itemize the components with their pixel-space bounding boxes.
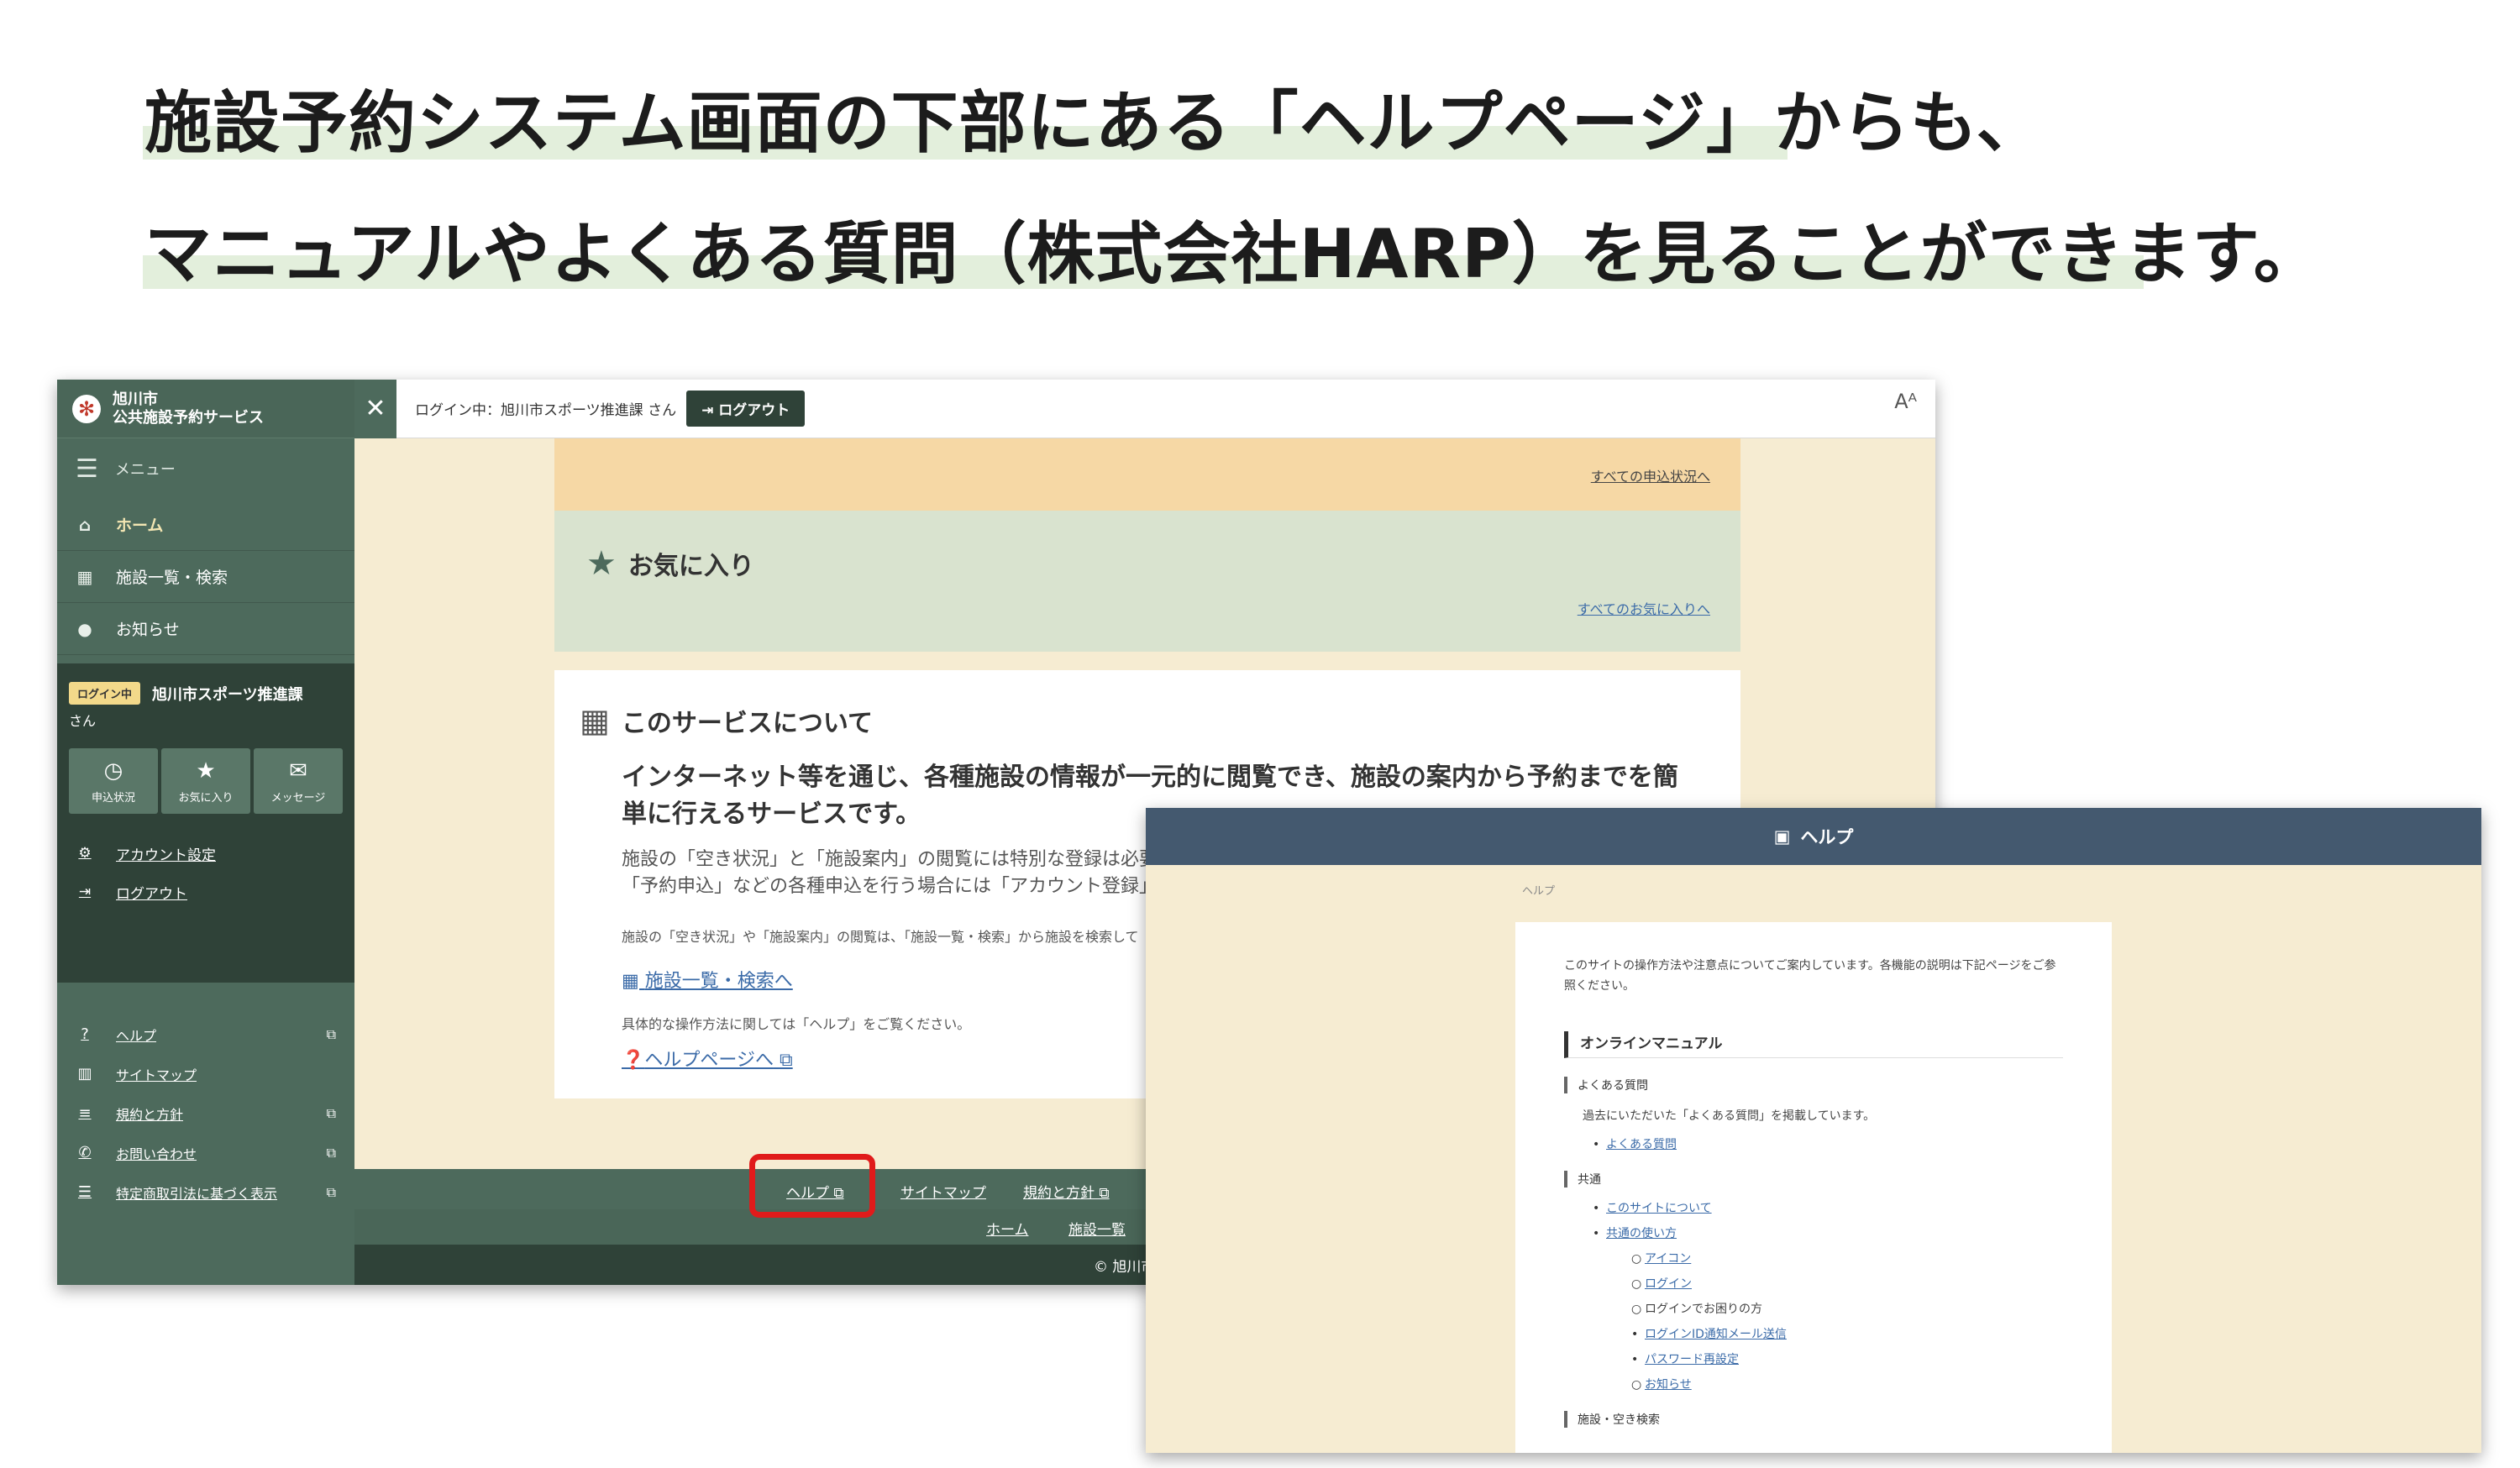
sidebar: ✻ 旭川市 公共施設予約サービス ☰ メニュー ⌂ ホーム ▦ 施設一覧・検索 … — [57, 380, 354, 1285]
service-how-to: 具体的な操作方法に関しては「ヘルプ」をご覧ください。 — [622, 1016, 971, 1032]
facility-search-link[interactable]: ▦ 施設一覧・検索へ — [622, 966, 793, 993]
list-item[interactable]: • よくある質問 — [1593, 1135, 2063, 1152]
clock-icon: ◷ — [103, 758, 123, 784]
sidebar-item-news[interactable]: ● お知らせ — [57, 603, 354, 655]
account-settings-link[interactable]: ⚙ アカウント設定 — [69, 834, 343, 873]
faq-heading: よくある質問 — [1564, 1077, 2063, 1093]
building-icon: ▦ — [76, 566, 93, 587]
sidebar-link-commercial-law[interactable]: ☰ 特定商取引法に基づく表示 ⧉ — [57, 1172, 354, 1212]
brand-text: 旭川市 公共施設予約サービス — [113, 390, 264, 427]
list-item[interactable]: • パスワード再設定 — [1631, 1350, 2063, 1367]
sidebar-link-contact[interactable]: ✆ お問い合わせ ⧉ — [57, 1133, 354, 1172]
star-icon: ★ — [586, 544, 617, 583]
question-icon: ? — [81, 1025, 89, 1043]
gear-icon: ⚙ — [78, 845, 92, 862]
close-menu-button[interactable]: ✕ — [354, 380, 396, 438]
help-header: ▣ ヘルプ — [1146, 808, 2481, 865]
city-emblem-icon: ✻ — [72, 394, 101, 423]
headline-line-2: マニュアルやよくある質問（株式会社HARP）を見ることができます。 — [144, 215, 2322, 293]
footer-link-facility[interactable]: 施設一覧 — [1068, 1218, 1126, 1239]
faq-list: • よくある質問 — [1593, 1135, 2063, 1152]
login-user: ログイン中 旭川市スポーツ推進課 — [69, 682, 343, 705]
list-item[interactable]: • このサイトについて — [1593, 1199, 2063, 1216]
menu-user-icon: ☰ — [76, 454, 98, 484]
brand[interactable]: ✻ 旭川市 公共施設予約サービス — [57, 380, 354, 438]
news-list: ○ お知らせ — [1631, 1376, 2063, 1392]
list-item: ○ ログインでお困りの方 — [1631, 1303, 1762, 1316]
applications-status-button[interactable]: ◷ 申込状況 — [69, 748, 158, 814]
footer-link-terms[interactable]: 規約と方針 ⧉ — [1023, 1181, 1110, 1202]
star-icon: ★ — [196, 758, 216, 784]
facility-search-heading: 施設・空き検索 — [1564, 1411, 2063, 1428]
external-link-icon: ⧉ — [326, 1144, 336, 1161]
login-help-list: • ログインID通知メール送信 • パスワード再設定 — [1631, 1325, 2063, 1367]
external-link-icon: ⧉ — [326, 1025, 336, 1042]
footer-link-sitemap[interactable]: サイトマップ — [900, 1181, 986, 1202]
help-content: このサイトの操作方法や注意点についてご案内しています。各機能の説明は下記ページを… — [1515, 922, 2112, 1453]
help-link-highlight — [749, 1154, 875, 1218]
home-icon: ⌂ — [78, 514, 92, 535]
headline-line-1: 施設予約システム画面の下部にある「ヘルプページ」からも、 — [144, 84, 2045, 162]
all-applications-link[interactable]: すべての申込状況へ — [1591, 465, 1710, 485]
quick-buttons: ◷ 申込状況 ★ お気に入り ✉ メッセージ — [69, 748, 343, 814]
service-title: ▦ このサービスについて — [580, 702, 874, 739]
sidebar-item-facility-search[interactable]: ▦ 施設一覧・検索 — [57, 551, 354, 603]
external-link-icon: ⧉ — [326, 1104, 336, 1121]
list-item[interactable]: ○ ログイン — [1631, 1275, 2063, 1292]
mail-icon: ✉ — [289, 758, 307, 784]
user-name: 旭川市スポーツ推進課 — [152, 685, 303, 704]
sidebar-item-home[interactable]: ⌂ ホーム — [57, 499, 354, 551]
sidebar-link-sitemap[interactable]: ▥ サイトマップ — [57, 1054, 354, 1093]
service-description: 施設の「空き状況」と「施設案内」の閲覧には特別な登録は必要あ 「予約申込」などの… — [622, 849, 1151, 897]
close-icon: ✕ — [365, 394, 386, 423]
logout-button[interactable]: ⇥ ログアウト — [686, 391, 806, 427]
user-suffix: さん — [69, 713, 97, 729]
favorites-title: ★ お気に入り — [586, 544, 754, 583]
breadcrumb[interactable]: ヘルプ — [1522, 882, 1555, 898]
user-panel: ログイン中 旭川市スポーツ推進課 さん ◷ 申込状況 ★ お気に入り ✉ メッセ… — [57, 663, 354, 983]
login-status: ログイン中：旭川市スポーツ推進課 さん — [415, 402, 677, 419]
service-note: 施設の「空き状況」や「施設案内」の閲覧は、「施設一覧・検索」から施設を検索して — [622, 929, 1139, 945]
help-page-screenshot: ▣ ヘルプ ヘルプ このサイトの操作方法や注意点についてご案内しています。各機能… — [1146, 808, 2481, 1453]
footer-link-home[interactable]: ホーム — [986, 1218, 1029, 1239]
question-icon: ❓ — [622, 1050, 645, 1071]
help-page-link[interactable]: ❓ヘルプページへ ⧉ — [622, 1045, 793, 1072]
help-intro: このサイトの操作方法や注意点についてご案内しています。各機能の説明は下記ページを… — [1564, 959, 2056, 993]
all-favorites-link[interactable]: すべてのお気に入りへ — [1578, 598, 1710, 618]
applications-card: すべての申込状況へ — [554, 438, 1740, 511]
list-icon: ≡ — [78, 1104, 92, 1122]
favorites-button[interactable]: ★ お気に入り — [161, 748, 250, 814]
online-manual-heading: オンラインマニュアル — [1564, 1031, 2063, 1058]
list-item[interactable]: ○ アイコン — [1631, 1250, 2063, 1266]
common-sub-list: ○ アイコン ○ ログイン ○ ログインでお困りの方 — [1631, 1250, 2063, 1317]
list-item[interactable]: • ログインID通知メール送信 — [1631, 1325, 2063, 1342]
login-badge: ログイン中 — [69, 682, 141, 705]
common-heading: 共通 — [1564, 1171, 2063, 1188]
sidebar-link-help[interactable]: ? ヘルプ ⧉ — [57, 1014, 354, 1054]
favorites-card: ★ お気に入り すべてのお気に入りへ — [554, 511, 1740, 652]
logout-icon: ⇥ — [78, 883, 92, 900]
external-link-icon: ⧉ — [779, 1050, 793, 1071]
menu-icon: ☰ — [77, 1183, 92, 1201]
common-list: • このサイトについて • 共通の使い方 — [1593, 1199, 2063, 1241]
sidebar-link-terms[interactable]: ≡ 規約と方針 ⧉ — [57, 1093, 354, 1133]
list-item[interactable]: ○ お知らせ — [1631, 1376, 2063, 1392]
calendar-icon: ▣ — [1773, 826, 1791, 847]
external-link-icon: ⧉ — [326, 1183, 336, 1200]
faq-description: 過去にいただいた「よくある質問」を掲載しています。 — [1583, 1109, 1876, 1123]
list-item[interactable]: • 共通の使い方 — [1593, 1224, 2063, 1241]
info-icon: ● — [77, 618, 92, 639]
font-size-icon[interactable]: Aᴬ — [1894, 390, 1917, 413]
messages-button[interactable]: ✉ メッセージ — [254, 748, 343, 814]
menu-header: ☰ メニュー — [76, 454, 176, 484]
top-bar: ✕ ログイン中：旭川市スポーツ推進課 さん ⇥ ログアウト Aᴬ — [354, 380, 1935, 438]
building-icon: ▦ — [580, 702, 610, 739]
sidebar-links: ? ヘルプ ⧉ ▥ サイトマップ ≡ 規約と方針 ⧉ ✆ お問い合わせ ⧉ ☰ … — [57, 983, 354, 1212]
phone-icon: ✆ — [78, 1144, 92, 1161]
logout-link[interactable]: ⇥ ログアウト — [69, 873, 343, 911]
map-icon: ▥ — [77, 1065, 92, 1083]
